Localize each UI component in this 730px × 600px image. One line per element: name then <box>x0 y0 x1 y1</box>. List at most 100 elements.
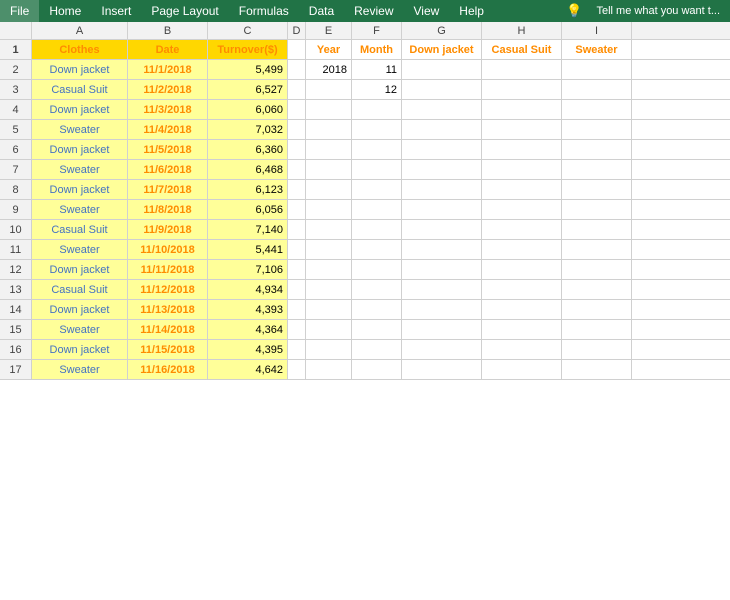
header-down-jacket[interactable]: Down jacket <box>402 40 482 59</box>
cell-clothes[interactable]: Sweater <box>32 160 128 179</box>
menu-file[interactable]: File <box>0 0 39 22</box>
cell-g-9[interactable] <box>402 200 482 219</box>
cell-i-8[interactable] <box>562 180 632 199</box>
cell-h-16[interactable] <box>482 340 562 359</box>
cell-year[interactable] <box>306 260 352 279</box>
cell-year[interactable] <box>306 160 352 179</box>
cell-month[interactable] <box>352 280 402 299</box>
cell-month[interactable] <box>352 200 402 219</box>
col-header-I[interactable]: I <box>562 22 632 39</box>
cell-g-6[interactable] <box>402 140 482 159</box>
cell-clothes[interactable]: Sweater <box>32 360 128 379</box>
cell-month[interactable] <box>352 140 402 159</box>
cell-date[interactable]: 11/14/2018 <box>128 320 208 339</box>
cell-clothes[interactable]: Casual Suit <box>32 80 128 99</box>
cell-i-6[interactable] <box>562 140 632 159</box>
cell-h-4[interactable] <box>482 100 562 119</box>
cell-h-15[interactable] <box>482 320 562 339</box>
cell-turnover[interactable]: 4,934 <box>208 280 288 299</box>
cell-i-4[interactable] <box>562 100 632 119</box>
cell-year[interactable] <box>306 100 352 119</box>
col-header-A[interactable]: A <box>32 22 128 39</box>
cell-h-8[interactable] <box>482 180 562 199</box>
cell-h-9[interactable] <box>482 200 562 219</box>
cell-clothes[interactable]: Down jacket <box>32 100 128 119</box>
cell-g-2[interactable] <box>402 60 482 79</box>
cell-turnover[interactable]: 4,642 <box>208 360 288 379</box>
cell-g-15[interactable] <box>402 320 482 339</box>
cell-date[interactable]: 11/16/2018 <box>128 360 208 379</box>
col-header-H[interactable]: H <box>482 22 562 39</box>
cell-i-15[interactable] <box>562 320 632 339</box>
col-header-B[interactable]: B <box>128 22 208 39</box>
cell-i-9[interactable] <box>562 200 632 219</box>
cell-g-11[interactable] <box>402 240 482 259</box>
cell-i-10[interactable] <box>562 220 632 239</box>
cell-turnover[interactable]: 6,123 <box>208 180 288 199</box>
cell-clothes[interactable]: Casual Suit <box>32 220 128 239</box>
cell-month[interactable] <box>352 320 402 339</box>
cell-g-5[interactable] <box>402 120 482 139</box>
cell-clothes[interactable]: Down jacket <box>32 300 128 319</box>
cell-month[interactable]: 12 <box>352 80 402 99</box>
header-casual-suit[interactable]: Casual Suit <box>482 40 562 59</box>
cell-month[interactable] <box>352 240 402 259</box>
menu-page-layout[interactable]: Page Layout <box>141 0 228 22</box>
cell-i-13[interactable] <box>562 280 632 299</box>
cell-clothes[interactable]: Down jacket <box>32 140 128 159</box>
cell-i-14[interactable] <box>562 300 632 319</box>
cell-month[interactable]: 11 <box>352 60 402 79</box>
cell-month[interactable] <box>352 360 402 379</box>
menu-formulas[interactable]: Formulas <box>229 0 299 22</box>
cell-date[interactable]: 11/10/2018 <box>128 240 208 259</box>
cell-clothes[interactable]: Sweater <box>32 120 128 139</box>
cell-month[interactable] <box>352 220 402 239</box>
cell-clothes[interactable]: Down jacket <box>32 180 128 199</box>
cell-date[interactable]: 11/7/2018 <box>128 180 208 199</box>
cell-date[interactable]: 11/3/2018 <box>128 100 208 119</box>
cell-turnover[interactable]: 6,060 <box>208 100 288 119</box>
cell-date[interactable]: 11/4/2018 <box>128 120 208 139</box>
cell-year[interactable] <box>306 340 352 359</box>
cell-g-12[interactable] <box>402 260 482 279</box>
cell-date[interactable]: 11/2/2018 <box>128 80 208 99</box>
cell-clothes[interactable]: Sweater <box>32 200 128 219</box>
cell-year[interactable] <box>306 180 352 199</box>
cell-year[interactable] <box>306 140 352 159</box>
cell-turnover[interactable]: 7,140 <box>208 220 288 239</box>
cell-year[interactable] <box>306 320 352 339</box>
cell-i-11[interactable] <box>562 240 632 259</box>
cell-turnover[interactable]: 6,056 <box>208 200 288 219</box>
cell-i-7[interactable] <box>562 160 632 179</box>
cell-g-13[interactable] <box>402 280 482 299</box>
menu-insert[interactable]: Insert <box>91 0 141 22</box>
cell-g-16[interactable] <box>402 340 482 359</box>
header-month[interactable]: Month <box>352 40 402 59</box>
header-year[interactable]: Year <box>306 40 352 59</box>
cell-i-3[interactable] <box>562 80 632 99</box>
cell-year[interactable] <box>306 80 352 99</box>
cell-date[interactable]: 11/9/2018 <box>128 220 208 239</box>
cell-month[interactable] <box>352 300 402 319</box>
cell-date[interactable]: 11/6/2018 <box>128 160 208 179</box>
cell-year[interactable] <box>306 200 352 219</box>
cell-turnover[interactable]: 6,527 <box>208 80 288 99</box>
cell-h-14[interactable] <box>482 300 562 319</box>
cell-h-5[interactable] <box>482 120 562 139</box>
cell-g-17[interactable] <box>402 360 482 379</box>
col-header-G[interactable]: G <box>402 22 482 39</box>
cell-i-17[interactable] <box>562 360 632 379</box>
header-date[interactable]: Date <box>128 40 208 59</box>
cell-clothes[interactable]: Sweater <box>32 240 128 259</box>
cell-g-3[interactable] <box>402 80 482 99</box>
cell-h-7[interactable] <box>482 160 562 179</box>
menu-home[interactable]: Home <box>39 0 91 22</box>
cell-turnover[interactable]: 6,360 <box>208 140 288 159</box>
cell-i-5[interactable] <box>562 120 632 139</box>
header-turnover[interactable]: Turnover($) <box>208 40 288 59</box>
cell-h-2[interactable] <box>482 60 562 79</box>
cell-h-12[interactable] <box>482 260 562 279</box>
cell-date[interactable]: 11/13/2018 <box>128 300 208 319</box>
cell-year[interactable] <box>306 360 352 379</box>
cell-h-13[interactable] <box>482 280 562 299</box>
